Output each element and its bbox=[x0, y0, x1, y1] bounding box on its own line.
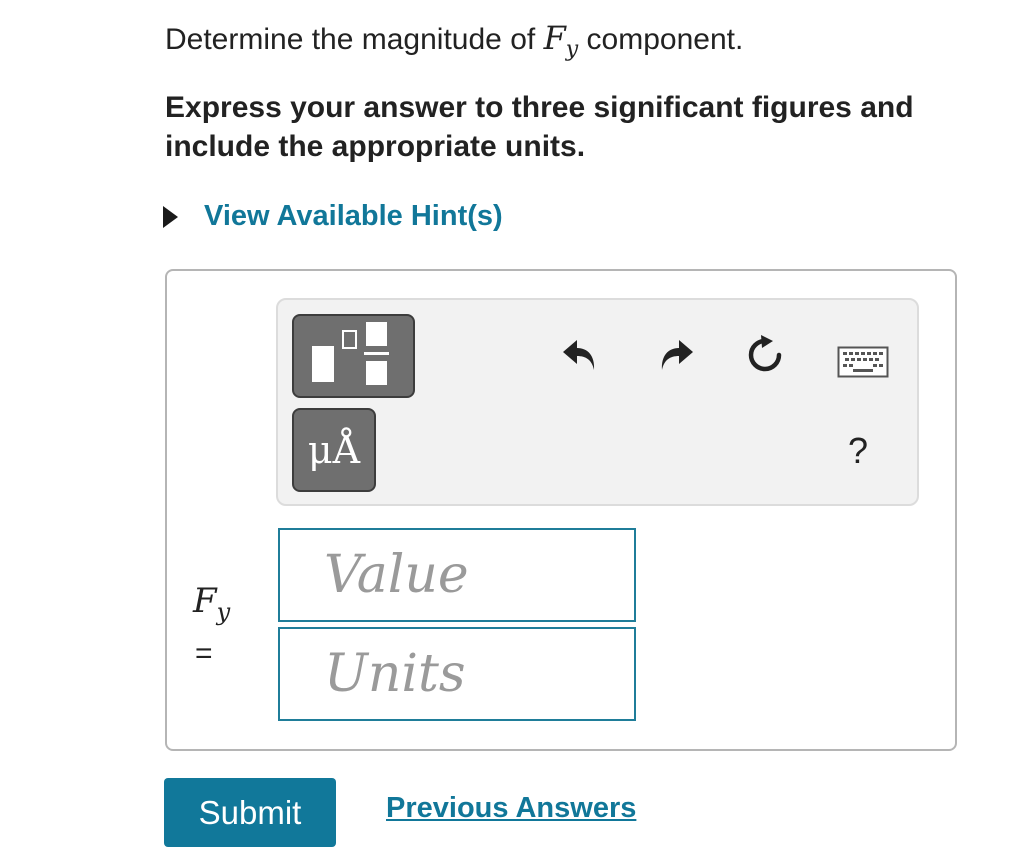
value-input[interactable] bbox=[322, 544, 634, 606]
equals-sign: = bbox=[195, 637, 213, 670]
view-hints-toggle[interactable]: View Available Hint(s) bbox=[163, 200, 503, 233]
answer-variable-label: Fy bbox=[193, 581, 230, 626]
question-text: Determine the magnitude of Fy component. bbox=[165, 18, 743, 70]
units-button[interactable]: μÅ bbox=[292, 408, 376, 492]
templates-icon bbox=[312, 322, 389, 385]
question-prefix: Determine the magnitude of bbox=[165, 23, 536, 56]
undo-icon[interactable] bbox=[560, 334, 600, 374]
units-input[interactable] bbox=[322, 643, 634, 705]
caret-right-icon bbox=[163, 205, 178, 228]
keyboard-icon[interactable] bbox=[837, 346, 889, 378]
value-field[interactable] bbox=[278, 528, 636, 622]
math-toolbar: μÅ ? bbox=[276, 298, 919, 506]
templates-button[interactable] bbox=[292, 314, 415, 398]
previous-answers-link[interactable]: Previous Answers bbox=[386, 792, 636, 825]
redo-icon[interactable] bbox=[656, 334, 696, 374]
units-icon: μÅ bbox=[307, 428, 361, 472]
units-field[interactable] bbox=[278, 627, 636, 721]
answer-box: μÅ ? Fy = Value Units bbox=[165, 269, 957, 751]
problem-page: Determine the magnitude of Fy component.… bbox=[0, 0, 1024, 868]
question-symbol-main: F bbox=[543, 19, 566, 57]
submit-button[interactable]: Submit bbox=[164, 778, 336, 847]
question-symbol-subscript: y bbox=[565, 37, 579, 62]
view-hints-label[interactable]: View Available Hint(s) bbox=[204, 200, 503, 233]
answer-instruction: Express your answer to three significant… bbox=[165, 91, 914, 163]
answer-variable-subscript: y bbox=[216, 598, 231, 626]
answer-variable: F bbox=[193, 581, 217, 621]
help-icon[interactable]: ? bbox=[848, 430, 868, 472]
question-symbol: Fy bbox=[543, 19, 579, 62]
reset-icon[interactable] bbox=[744, 334, 786, 376]
question-suffix: component. bbox=[586, 23, 744, 56]
